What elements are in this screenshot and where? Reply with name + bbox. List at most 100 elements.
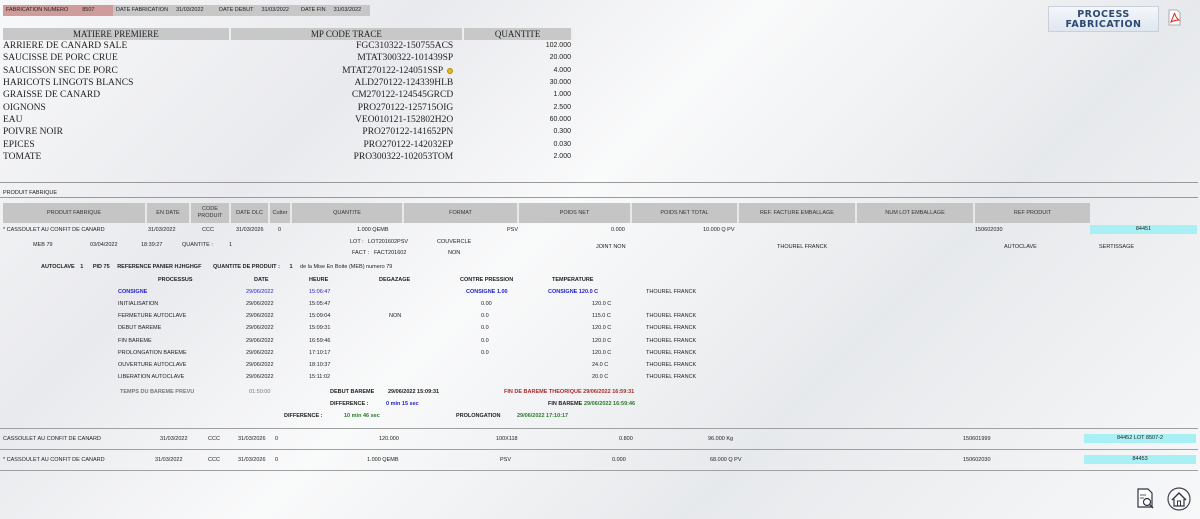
process-date: 29/06/2022 [246, 374, 274, 381]
pdf-icon[interactable] [1168, 9, 1181, 26]
product-lot-badge[interactable]: 84451 [1090, 225, 1197, 234]
meb-time: 18:39:27 [141, 242, 163, 248]
mp-code: ALD270122-124339HLB [354, 78, 454, 89]
date-fin-value: 31/03/2022 [333, 7, 362, 13]
debut-bareme-value: 29/06/2022 15:09:31 [388, 389, 440, 395]
mp-qty: 0.030 [553, 140, 571, 148]
consigne-pression: CONSIGNE 1.00 [466, 289, 508, 295]
process-step: DEBUT BAREME [118, 325, 162, 332]
mp-code: MTAT300322-101439SP [357, 53, 454, 64]
mp-qty: 1.000 [553, 91, 571, 99]
mp-row: EAU VEO010121-152802H2O 60.000 [3, 114, 572, 126]
difference2-label: DIFFERENCE : [284, 413, 323, 419]
difference-label: DIFFERENCE : [330, 401, 369, 407]
process-operator: THOUREL FRANCK [646, 362, 697, 368]
debut-bareme-label: DEBUT BAREME [330, 389, 375, 395]
process-temperature: 120.0 C [592, 337, 612, 344]
process-step: PROLONGATION BAREME [118, 349, 187, 356]
process-time: 15:05:47 [309, 301, 331, 307]
product-lot-badge[interactable]: 84453 [1084, 455, 1196, 464]
mp-name: EAU [3, 114, 23, 125]
meb-date: 03/04/2022 [90, 242, 118, 248]
process-temperature: 24.0 C [592, 362, 609, 368]
mp-code: CM270122-124545GRCD [351, 90, 454, 101]
autoclave-qty: 1 [289, 264, 293, 270]
process-header-processus: PROCESSUS [158, 277, 193, 283]
mp-name: SAUCISSON SEC DE PORC [3, 65, 118, 76]
process-pression: 0.0 [481, 313, 489, 320]
meb-couvercle: COUVERCLE [437, 239, 472, 245]
process-date: 29/06/2022 [246, 313, 274, 320]
autoclave-ref: REFERENCE PANIER HJHGHGF [117, 264, 202, 270]
fin-bareme-label: FIN BAREME [548, 401, 583, 407]
mp-code: PRO300322-102053TOM [353, 151, 454, 162]
process-pression: 0.0 [481, 337, 489, 344]
mp-qty: 60.000 [549, 115, 571, 123]
product-poids-total: 96.000 Kg [708, 436, 734, 442]
mp-name: GRAISSE DE CANARD [3, 90, 101, 101]
product-lot-badge[interactable]: 84452 LOT 8507-2 [1084, 434, 1196, 443]
consigne-label: CONSIGNE [118, 289, 148, 295]
process-time: 16:59:46 [309, 337, 331, 344]
process-header-pression: CONTRE PRESSION [460, 277, 514, 283]
home-icon[interactable] [1166, 487, 1192, 511]
produit-fabrique-title: PRODUIT FABRIQUE [3, 190, 57, 196]
date-fin-label: DATE FIN [301, 7, 326, 13]
process-operator: THOUREL FRANCK [646, 349, 697, 356]
autoclave-pid: PID 75 [92, 264, 110, 270]
warning-dot-icon[interactable] [447, 67, 454, 74]
mp-qty: 30.000 [549, 79, 571, 87]
ph-format: FORMAT [402, 203, 517, 223]
fabrication-number: FABRICATION NUMERO 8507 [3, 5, 113, 16]
product-dlc: 31/03/2026 [238, 436, 266, 442]
logo-line-2: FABRICATION [1065, 19, 1142, 30]
ph-produit: PRODUIT FABRIQUE [47, 209, 101, 216]
process-time: 18:10:37 [309, 362, 331, 368]
document-search-icon[interactable] [1135, 487, 1157, 511]
product-poids-net: 0.800 [619, 436, 633, 442]
ph-ref-facture: REF. FACTURE EMBALLAGE [737, 203, 855, 223]
product-dlc: 31/03/2026 [238, 457, 266, 463]
meb-couvercle-value: NON [448, 250, 461, 256]
meb-lot: LOT201602PSV [368, 239, 409, 245]
process-header-date: DATE [254, 277, 269, 283]
mp-row: POIVRE NOIR PRO270122-141652PN 0.300 [3, 126, 572, 138]
mp-name: TOMATE [3, 151, 42, 162]
ph-poids-net: POIDS NET [517, 203, 630, 223]
row-divider [0, 470, 1198, 471]
matiere-premiere-table: MATIERE PREMIERE MP CODE TRACE QUANTITE … [3, 28, 573, 163]
product-format: PSV [500, 457, 512, 463]
process-pression: 0.0 [481, 325, 489, 332]
mp-code: FGC310322-150755ACS [356, 41, 454, 52]
product-en-date: 31/03/2022 [160, 436, 188, 442]
product-poids-total: 68.000 Q PV [710, 457, 742, 463]
mp-qty: 0.300 [553, 128, 571, 136]
ph-poids-net-total: POIDS NET TOTAL [630, 203, 737, 223]
product-cutter: 0 [275, 436, 279, 442]
mp-row: GRAISSE DE CANARD CM270122-124545GRCD 1.00… [3, 89, 572, 101]
mp-name: SAUCISSE DE PORC CRUE [3, 53, 118, 64]
process-temperature: 115.0 C [592, 313, 611, 320]
product-poids-net: 0.000 [611, 227, 625, 233]
mp-name: ARRIERE DE CANARD SALE [3, 41, 128, 52]
fabrication-info-bar: FABRICATION NUMERO 8507 DATE FABRICATION 3… [3, 5, 370, 16]
process-temperature: 120.0 C [592, 301, 612, 307]
process-fabrication-logo[interactable]: PROCESS FABRICATION [1048, 6, 1159, 32]
date-debut-value: 31/03/2022 [261, 7, 289, 13]
ph-num-lot: NUM LOT EMBALLAGE [855, 203, 973, 223]
consigne-date: 29/06/2022 [246, 289, 274, 295]
ph-en-date: EN DATE [145, 203, 189, 223]
section-divider [0, 197, 1198, 198]
ph-cutter: Cutter [268, 203, 290, 223]
mp-name: OIGNONS [3, 102, 46, 113]
mp-name: EPICES [3, 139, 35, 150]
meb-lot-label: LOT : [350, 239, 364, 245]
mp-row: OIGNONS PRO270122-125715OIG 2.500 [3, 101, 572, 113]
product-quantite: 1.000 QEMB [357, 227, 389, 233]
process-time: 15:09:04 [309, 313, 331, 320]
product-format: PSV [507, 227, 519, 233]
mp-row: SAUCISSON SEC DE PORC MTAT270122-124051SS… [3, 65, 572, 77]
process-date: 29/06/2022 [246, 349, 274, 356]
ph-quantite: QUANTITE [290, 203, 402, 223]
date-fabrication: DATE FABRICATION 31/03/2022 [113, 5, 216, 16]
